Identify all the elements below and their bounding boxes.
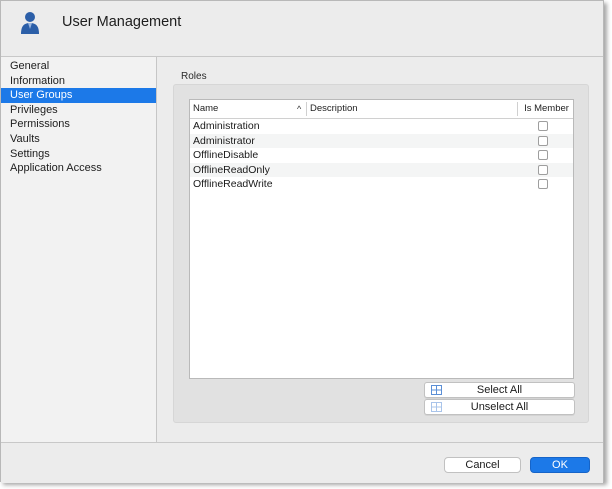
is-member-checkbox[interactable] xyxy=(538,164,548,175)
is-member-checkbox[interactable] xyxy=(538,179,548,190)
sidebar-item-user-groups[interactable]: User Groups xyxy=(1,88,156,103)
is-member-checkbox[interactable] xyxy=(538,150,548,161)
column-header-name-label: Name xyxy=(193,103,219,114)
table-header: Name ^ Description Is Member xyxy=(190,100,573,119)
window-header: User Management xyxy=(1,1,603,57)
unselect-all-button[interactable]: Unselect All xyxy=(424,399,575,415)
column-header-name[interactable]: Name xyxy=(193,100,305,118)
sidebar-item-general[interactable]: General xyxy=(1,59,156,74)
sidebar-list: General Information User Groups Privileg… xyxy=(1,59,156,176)
dialog-footer: Cancel OK xyxy=(1,442,603,483)
table-rows: Administration Administrator OfflineDisa… xyxy=(190,119,573,192)
roles-table[interactable]: Name ^ Description Is Member Administrat… xyxy=(189,99,574,379)
sidebar-item-application-access[interactable]: Application Access xyxy=(1,161,156,176)
column-header-is-member[interactable]: Is Member xyxy=(520,100,573,118)
roles-group-box: Name ^ Description Is Member Administrat… xyxy=(173,84,589,423)
window-title: User Management xyxy=(62,14,182,30)
sidebar-item-permissions[interactable]: Permissions xyxy=(1,117,156,132)
cancel-button[interactable]: Cancel xyxy=(444,457,521,473)
table-row[interactable]: OfflineReadWrite xyxy=(190,177,573,192)
select-all-label: Select All xyxy=(476,384,523,396)
sidebar-item-information[interactable]: Information xyxy=(1,74,156,89)
unselect-all-label: Unselect All xyxy=(470,401,529,413)
role-name: OfflineReadWrite xyxy=(193,178,273,191)
user-management-window: User Management General Information User… xyxy=(0,0,604,483)
table-row[interactable]: Administration xyxy=(190,119,573,134)
table-row[interactable]: Administrator xyxy=(190,133,573,149)
column-separator xyxy=(306,102,307,116)
grid-select-icon xyxy=(431,385,442,395)
user-icon xyxy=(21,12,39,34)
roles-section-label: Roles xyxy=(181,71,207,82)
role-name: OfflineDisable xyxy=(193,149,259,162)
role-name: OfflineReadOnly xyxy=(193,163,270,176)
column-header-description[interactable]: Description xyxy=(310,100,515,118)
sidebar: General Information User Groups Privileg… xyxy=(1,57,157,442)
column-header-is-member-label: Is Member xyxy=(524,103,569,114)
column-separator xyxy=(517,102,518,116)
is-member-checkbox[interactable] xyxy=(538,121,548,131)
is-member-checkbox[interactable] xyxy=(538,135,548,146)
table-row[interactable]: OfflineDisable xyxy=(190,148,573,163)
select-all-button[interactable]: Select All xyxy=(424,382,575,398)
ok-button[interactable]: OK xyxy=(530,457,590,473)
grid-unselect-icon xyxy=(431,402,442,412)
content-pane: Roles Name ^ Description Is Member Admin… xyxy=(157,57,603,442)
sidebar-item-privileges[interactable]: Privileges xyxy=(1,103,156,118)
table-row[interactable]: OfflineReadOnly xyxy=(190,162,573,178)
role-name: Administrator xyxy=(193,134,255,147)
sidebar-item-settings[interactable]: Settings xyxy=(1,147,156,162)
sidebar-item-vaults[interactable]: Vaults xyxy=(1,132,156,147)
role-name: Administration xyxy=(193,120,260,132)
sort-ascending-icon: ^ xyxy=(297,104,302,114)
column-header-description-label: Description xyxy=(310,103,358,114)
